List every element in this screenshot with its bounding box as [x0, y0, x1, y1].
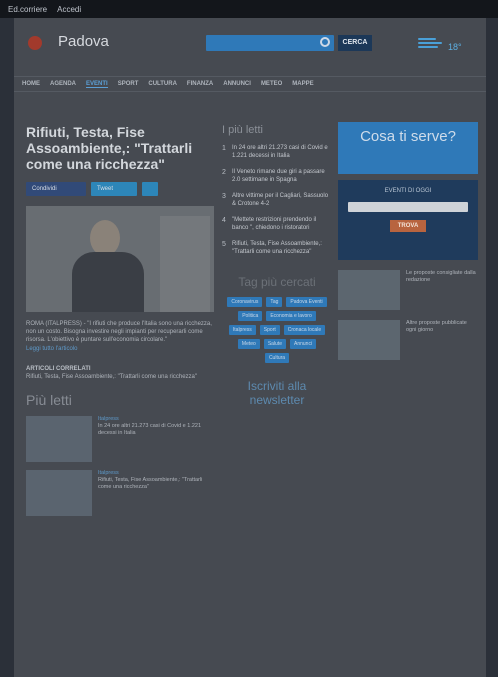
tag-link[interactable]: Cronaca locale — [283, 325, 326, 335]
promo-text[interactable]: Le proposte consigliate dalla redazione — [406, 270, 478, 310]
tags-heading: Tag più cercati — [238, 275, 316, 289]
promo-text[interactable]: Altre proposte pubblicate ogni giorno — [406, 320, 478, 360]
nav-item[interactable]: METEO — [261, 81, 282, 87]
tag-link[interactable]: Annunci — [290, 339, 317, 349]
list-item-kicker: Italpress — [98, 416, 119, 422]
newsletter-heading[interactable]: Iscriviti alla newsletter — [222, 379, 332, 407]
weather-temp: 18° — [448, 42, 462, 52]
tag-link[interactable]: Italpress — [228, 325, 256, 335]
article-image — [26, 206, 214, 312]
share-bar: Condividi Tweet — [26, 182, 216, 196]
nav-item[interactable]: AGENDA — [50, 81, 76, 87]
nav-item[interactable]: EVENTI — [86, 81, 108, 88]
list-item[interactable]: 2 Il Veneto rimane due giri a passare 2.0… — [222, 169, 332, 184]
search-input[interactable] — [206, 35, 334, 51]
tag-link[interactable]: Salute — [263, 339, 286, 349]
main-nav: HOME AGENDA EVENTI SPORT CULTURA FINANZA… — [14, 76, 486, 92]
article-column: Rifiuti, Testa, Fise Assoambiente,: "Tra… — [26, 124, 216, 516]
facebook-share-button[interactable]: Condividi — [26, 182, 86, 196]
most-read-heading: I più letti — [222, 124, 263, 136]
list-item-title[interactable]: Altre vittime per il Cagliari, Sassuolo … — [232, 193, 332, 208]
search-icon — [320, 37, 330, 47]
list-item-kicker: Italpress — [98, 470, 119, 476]
event-find-button[interactable]: TROVA — [390, 220, 426, 232]
promo-item[interactable]: Le proposte consigliate dalla redazione — [338, 270, 478, 310]
list-item-title[interactable]: Rifiuti, Testa, Fise Assoambiente,: "Tra… — [232, 241, 332, 256]
tag-link[interactable]: Politica — [238, 311, 263, 321]
list-item[interactable]: 1 In 24 ore altri 21.273 casi di Covid e … — [222, 145, 332, 160]
read-more-link[interactable]: Leggi tutto l'articolo — [26, 346, 216, 352]
services-title: Cosa ti serve? — [360, 128, 456, 145]
events-widget: EVENTI DI OGGI TROVA — [338, 180, 478, 260]
city-logo-icon[interactable] — [28, 36, 42, 50]
promo-image[interactable] — [338, 320, 400, 360]
topbar-item[interactable]: Accedi — [57, 5, 81, 14]
list-item-title[interactable]: In 24 ore altri 21.273 casi di Covid e 1… — [98, 423, 216, 437]
list-item-title[interactable]: Rifiuti, Testa, Fise Assoambiente,: "Tra… — [98, 477, 216, 491]
list-item[interactable]: 3 Altre vittime per il Cagliari, Sassuolo… — [222, 193, 332, 208]
list-item[interactable]: Italpress In 24 ore altri 21.273 casi di… — [26, 416, 216, 462]
article-title: Rifiuti, Testa, Fise Assoambiente,: "Tra… — [26, 124, 193, 172]
list-item[interactable]: 5 Rifiuti, Testa, Fise Assoambiente,: "Tr… — [222, 241, 332, 256]
top-bar: Ed.corriere Accedi — [0, 0, 498, 18]
related-articles: ARTICOLI CORRELATI Rifiuti, Testa, Fise … — [26, 366, 216, 380]
list-item-title[interactable]: "Mettete restrizioni prendendo il banco … — [232, 217, 332, 232]
tag-link[interactable]: Coronavirus — [227, 297, 263, 307]
twitter-share-button[interactable]: Tweet — [91, 182, 137, 196]
tag-link[interactable]: Tag — [266, 297, 283, 307]
header: Padova CERCA 18° — [14, 18, 486, 76]
article-lead: ROMA (ITALPRESS) - "I rifiuti che produc… — [26, 321, 212, 343]
popular-heading: Più letti — [26, 392, 72, 408]
related-heading: ARTICOLI CORRELATI — [26, 366, 91, 372]
nav-item[interactable]: FINANZA — [187, 81, 213, 87]
tag-link[interactable]: Meteo — [237, 339, 260, 349]
tag-link[interactable]: Economia e lavoro — [266, 311, 316, 321]
events-title: EVENTI DI OGGI — [384, 188, 432, 194]
thumbnail[interactable] — [26, 416, 92, 462]
nav-item[interactable]: SPORT — [118, 81, 139, 87]
promo-image[interactable] — [338, 270, 400, 310]
city-title[interactable]: Padova — [58, 33, 109, 50]
nav-item[interactable]: MAPPE — [292, 81, 313, 87]
related-link[interactable]: Rifiuti, Testa, Fise Assoambiente,: "Tra… — [26, 374, 216, 380]
list-item[interactable]: 4 "Mettete restrizioni prendendo il banco… — [222, 217, 332, 232]
nav-item[interactable]: CULTURA — [148, 81, 177, 87]
nav-item[interactable]: ANNUNCI — [223, 81, 251, 87]
sidebar: Cosa ti serve? EVENTI DI OGGI TROVA Le p… — [338, 122, 478, 360]
services-banner[interactable]: Cosa ti serve? — [338, 122, 478, 174]
tag-link[interactable]: Sport — [259, 325, 280, 335]
search-button[interactable]: CERCA — [338, 35, 372, 51]
list-item-title[interactable]: In 24 ore altri 21.273 casi di Covid e 1… — [232, 145, 332, 160]
list-item-title[interactable]: Il Veneto rimane due giri a passare 2.0 … — [232, 169, 332, 184]
tag-cloud: Coronavirus Tag Padova Eventi Politica E… — [222, 295, 332, 365]
list-item[interactable]: Italpress Rifiuti, Testa, Fise Assoambie… — [26, 470, 216, 516]
nav-item[interactable]: HOME — [22, 81, 40, 87]
thumbnail[interactable] — [26, 470, 92, 516]
twitter-icon[interactable] — [142, 182, 158, 196]
most-read-column: I più letti 1 In 24 ore altri 21.273 casi… — [222, 124, 332, 407]
event-search-input[interactable] — [348, 202, 468, 212]
topbar-item[interactable]: Ed.corriere — [8, 5, 47, 14]
tag-link[interactable]: Cultura — [264, 353, 290, 363]
tag-link[interactable]: Padova Eventi — [286, 297, 327, 307]
weather-icon[interactable] — [418, 38, 444, 52]
promo-item[interactable]: Altre proposte pubblicate ogni giorno — [338, 320, 478, 360]
page: Padova CERCA 18° HOME AGENDA EVENTI SPOR… — [14, 18, 486, 677]
